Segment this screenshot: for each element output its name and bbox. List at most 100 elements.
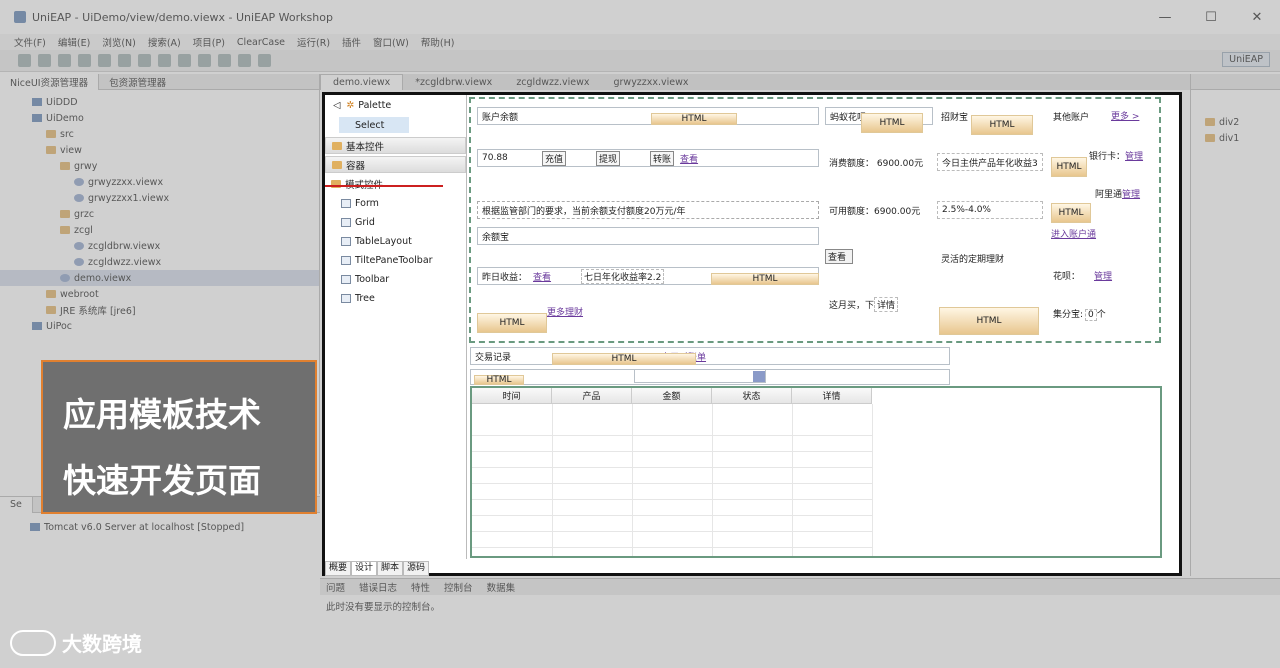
html-widget[interactable]: HTML	[939, 307, 1039, 335]
manage-link[interactable]: 管理	[1125, 152, 1143, 162]
view-link[interactable]: 查看	[680, 152, 698, 165]
recharge-button[interactable]: 充值	[542, 150, 567, 166]
console-panel: 问题 错误日志 特性 控制台 数据集 此时没有要显示的控制台。	[320, 578, 1280, 648]
category-container[interactable]: 容器	[325, 156, 466, 173]
tree-node[interactable]: UiDDD	[0, 94, 319, 110]
toolbar-icon	[341, 275, 351, 284]
tab-overview[interactable]: 概要	[325, 561, 352, 576]
menu-help[interactable]: 帮助(H)	[421, 35, 455, 49]
category-pattern[interactable]: 模式控件	[325, 175, 466, 192]
tree-node[interactable]: demo.viewx	[0, 270, 319, 286]
tree-node[interactable]: UiPoc	[0, 318, 319, 334]
cut-icon[interactable]	[98, 54, 111, 67]
html-widget[interactable]: HTML	[711, 273, 819, 285]
maximize-button[interactable]: ☐	[1188, 0, 1234, 34]
tab-package-explorer[interactable]: 包资源管理器	[99, 74, 176, 90]
tree-node[interactable]: grwy	[0, 158, 319, 174]
server-item[interactable]: Tomcat v6.0 Server at localhost [Stopped…	[0, 519, 320, 535]
tab-script[interactable]: 脚本	[377, 561, 404, 576]
tree-node[interactable]: webroot	[0, 286, 319, 302]
withdraw-button[interactable]: 提现	[596, 150, 621, 166]
more-link[interactable]: 更多 >	[1111, 109, 1139, 122]
manage-link[interactable]: 管理	[1094, 272, 1112, 282]
search-icon[interactable]	[258, 54, 271, 67]
tab-grwyzzxx-viewx[interactable]: grwyzzxx.viewx	[601, 74, 700, 90]
select-tool[interactable]: Select	[339, 117, 409, 133]
menu-run[interactable]: 运行(R)	[297, 35, 330, 49]
palette-item-grid[interactable]: Grid	[325, 213, 466, 232]
transfer-button[interactable]: 转账	[650, 150, 675, 166]
run-icon[interactable]	[218, 54, 231, 67]
detail-label[interactable]: 详情	[874, 296, 899, 312]
tree-node[interactable]: zcgldbrw.viewx	[0, 238, 319, 254]
new-icon[interactable]	[18, 54, 31, 67]
menu-project[interactable]: 项目(P)	[193, 35, 225, 49]
palette-item-toolbar[interactable]: Toolbar	[325, 270, 466, 289]
enter-account-link[interactable]: 进入账户通	[1051, 227, 1096, 240]
outline-item[interactable]: div2	[1205, 114, 1280, 130]
redo-icon[interactable]	[178, 54, 191, 67]
tab-servers[interactable]: Se	[0, 496, 33, 513]
close-button[interactable]: ✕	[1234, 0, 1280, 34]
more-wealth-link[interactable]: 更多理财	[547, 305, 583, 318]
print-icon[interactable]	[58, 54, 71, 67]
build-icon[interactable]	[78, 54, 91, 67]
copy-icon[interactable]	[118, 54, 131, 67]
category-basic[interactable]: 基本控件	[325, 137, 466, 154]
html-widget[interactable]: HTML	[477, 313, 547, 333]
menu-file[interactable]: 文件(F)	[14, 35, 46, 49]
palette-item-form[interactable]: Form	[325, 194, 466, 213]
tree-node[interactable]: grwyzzxx.viewx	[0, 174, 319, 190]
tree-node[interactable]: view	[0, 142, 319, 158]
tree-node[interactable]: UiDemo	[0, 110, 319, 126]
tab-zcgldbrw-viewx[interactable]: *zcgldbrw.viewx	[403, 74, 504, 90]
dropdown-icon[interactable]	[753, 370, 765, 382]
account-balance-cell[interactable]: 账户余额	[477, 107, 819, 125]
perspective-uniEAP[interactable]: UniEAP	[1222, 52, 1270, 67]
html-widget[interactable]: HTML	[1051, 157, 1087, 177]
html-widget[interactable]: HTML	[1051, 203, 1091, 223]
menu-edit[interactable]: 编辑(E)	[58, 35, 90, 49]
tab-error-log[interactable]: 错误日志	[359, 580, 397, 594]
html-widget[interactable]: HTML	[474, 375, 524, 385]
undo-icon[interactable]	[158, 54, 171, 67]
tab-niceui-explorer[interactable]: NiceUI资源管理器	[0, 73, 100, 90]
html-widget[interactable]: HTML	[552, 353, 696, 365]
palette-item-titlepanetoolbar[interactable]: TiltePaneToolbar	[325, 251, 466, 270]
collapse-arrow-icon[interactable]: ◁	[333, 100, 340, 111]
date-select[interactable]	[634, 369, 766, 383]
menu-window[interactable]: 窗口(W)	[373, 35, 409, 49]
menu-navigate[interactable]: 浏览(N)	[102, 35, 136, 49]
view-link[interactable]: 查看	[533, 270, 551, 283]
html-widget[interactable]: HTML	[651, 113, 737, 125]
tab-zcgldwzz-viewx[interactable]: zcgldwzz.viewx	[504, 74, 601, 90]
minimize-button[interactable]: —	[1142, 0, 1188, 34]
tree-node[interactable]: JRE 系统库 [jre6]	[0, 302, 319, 318]
palette-item-tree[interactable]: Tree	[325, 289, 466, 308]
tree-node[interactable]: src	[0, 126, 319, 142]
tab-datasets[interactable]: 数据集	[487, 580, 516, 594]
tab-properties[interactable]: 特性	[411, 580, 430, 594]
view-button[interactable]: 查看	[825, 249, 853, 264]
star-icon[interactable]	[198, 54, 211, 67]
tab-demo-viewx[interactable]: demo.viewx	[320, 74, 404, 90]
outline-item[interactable]: div1	[1205, 130, 1280, 146]
tab-console[interactable]: 控制台	[444, 580, 473, 594]
tree-node[interactable]: grzc	[0, 206, 319, 222]
tree-node[interactable]: zcgldwzz.viewx	[0, 254, 319, 270]
paste-icon[interactable]	[138, 54, 151, 67]
tree-node[interactable]: zcgl	[0, 222, 319, 238]
html-widget[interactable]: HTML	[971, 115, 1033, 135]
manage-link[interactable]: 管理	[1122, 190, 1140, 200]
html-widget[interactable]: HTML	[861, 113, 923, 133]
menu-plugin[interactable]: 插件	[342, 35, 361, 49]
tab-source[interactable]: 源码	[403, 561, 430, 576]
menu-search[interactable]: 搜索(A)	[148, 35, 181, 49]
tab-design[interactable]: 设计	[351, 561, 378, 576]
palette-item-tablelayout[interactable]: TableLayout	[325, 232, 466, 251]
tree-node[interactable]: grwyzzxx1.viewx	[0, 190, 319, 206]
save-icon[interactable]	[38, 54, 51, 67]
menu-clearcase[interactable]: ClearCase	[237, 37, 285, 48]
debug-icon[interactable]	[238, 54, 251, 67]
tab-problems[interactable]: 问题	[326, 580, 345, 594]
